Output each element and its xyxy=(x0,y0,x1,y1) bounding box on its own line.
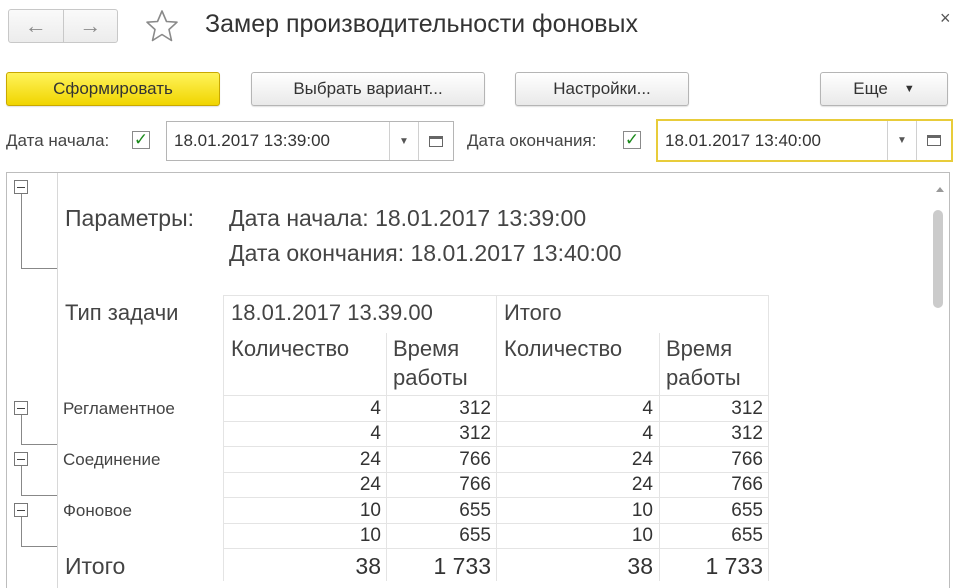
select-variant-label: Выбрать вариант... xyxy=(293,79,443,98)
param-end-date: Дата окончания: 18.01.2017 13:40:00 xyxy=(229,240,622,266)
col-header-time: Время xyxy=(393,336,460,361)
row-label: Соединение xyxy=(63,450,161,469)
cell-count: 10 xyxy=(359,525,381,546)
more-button[interactable]: Еще ▼ xyxy=(820,72,948,106)
end-date-calendar-icon[interactable] xyxy=(916,121,951,160)
start-date-field[interactable]: 18.01.2017 13:39:00 ▼ xyxy=(166,121,454,161)
cell-time: 655 xyxy=(459,525,491,546)
start-date-input[interactable]: 18.01.2017 13:39:00 xyxy=(167,122,389,160)
end-date-dropdown-icon[interactable]: ▼ xyxy=(887,121,916,160)
cell-time: 766 xyxy=(459,474,491,495)
total-label: Итого xyxy=(65,553,126,579)
generate-button[interactable]: Сформировать xyxy=(6,72,220,106)
col-header-count: Количество xyxy=(231,336,350,361)
total-time: 1 733 xyxy=(433,553,491,579)
end-date-checkbox[interactable]: ✓ xyxy=(623,130,641,149)
cell-time: 312 xyxy=(731,423,763,444)
settings-label: Настройки... xyxy=(553,79,651,98)
collapse-group-icon[interactable] xyxy=(14,401,28,415)
params-label: Параметры: xyxy=(65,205,194,231)
cell-time: 766 xyxy=(731,474,763,495)
cell-count: 4 xyxy=(370,398,381,419)
cell-time: 312 xyxy=(459,398,491,419)
start-date-checkbox[interactable]: ✓ xyxy=(132,130,150,149)
col-header-time: работы xyxy=(666,365,741,390)
cell-time: 766 xyxy=(459,449,491,470)
navigation-buttons: ← → xyxy=(8,9,118,43)
forward-button[interactable]: → xyxy=(62,10,118,42)
scroll-up-icon[interactable] xyxy=(936,187,944,192)
more-label: Еще xyxy=(853,79,888,98)
col-header-total: Итого xyxy=(504,300,562,325)
cell-count: 4 xyxy=(642,423,653,444)
caret-down-icon: ▼ xyxy=(903,83,915,95)
cell-count: 4 xyxy=(370,423,381,444)
cell-time: 655 xyxy=(731,500,763,521)
checkmark-icon: ✓ xyxy=(624,130,640,149)
col-header-task-type: Тип задачи xyxy=(65,300,179,325)
scrollbar-thumb[interactable] xyxy=(933,210,943,308)
cell-time: 312 xyxy=(459,423,491,444)
arrow-right-icon: → xyxy=(79,13,102,38)
page-title: Замер производительности фоновых xyxy=(205,10,638,38)
star-icon[interactable] xyxy=(144,8,180,44)
end-date-label: Дата окончания: xyxy=(467,131,597,150)
end-date-input[interactable]: 18.01.2017 13:40:00 xyxy=(658,121,887,160)
start-date-label: Дата начала: xyxy=(6,131,110,150)
cell-count: 24 xyxy=(359,474,381,495)
cell-time: 655 xyxy=(731,525,763,546)
generate-button-label: Сформировать xyxy=(53,79,173,98)
collapse-group-icon[interactable] xyxy=(14,503,28,517)
cell-count: 24 xyxy=(359,449,381,470)
close-icon[interactable]: × xyxy=(940,8,951,29)
grouping-gutter xyxy=(7,173,58,588)
start-date-calendar-icon[interactable] xyxy=(418,122,453,160)
report-document[interactable]: Параметры: Дата начала: 18.01.2017 13:39… xyxy=(6,172,950,588)
cell-time: 766 xyxy=(731,449,763,470)
col-header-time: работы xyxy=(393,365,468,390)
total-count: 38 xyxy=(355,553,381,579)
total-count: 38 xyxy=(627,553,653,579)
col-header-time: Время xyxy=(666,336,733,361)
cell-time: 655 xyxy=(459,500,491,521)
back-button[interactable]: ← xyxy=(9,10,63,42)
settings-button[interactable]: Настройки... xyxy=(515,72,689,106)
arrow-left-icon: ← xyxy=(24,13,47,38)
cell-count: 10 xyxy=(631,500,653,521)
cell-count: 24 xyxy=(631,449,653,470)
collapse-params-icon[interactable] xyxy=(14,180,28,194)
cell-count: 10 xyxy=(359,500,381,521)
start-date-dropdown-icon[interactable]: ▼ xyxy=(389,122,418,160)
vertical-scrollbar[interactable] xyxy=(931,173,949,588)
cell-time: 312 xyxy=(731,398,763,419)
cell-count: 4 xyxy=(642,398,653,419)
row-label: Регламентное xyxy=(63,399,175,418)
end-date-field[interactable]: 18.01.2017 13:40:00 ▼ xyxy=(656,119,953,162)
row-label: Фоновое xyxy=(63,501,132,520)
col-header-count: Количество xyxy=(504,336,623,361)
param-start-date: Дата начала: 18.01.2017 13:39:00 xyxy=(229,205,587,231)
collapse-group-icon[interactable] xyxy=(14,452,28,466)
total-time: 1 733 xyxy=(705,553,763,579)
checkmark-icon: ✓ xyxy=(133,130,149,149)
select-variant-button[interactable]: Выбрать вариант... xyxy=(251,72,485,106)
cell-count: 10 xyxy=(631,525,653,546)
col-header-period: 18.01.2017 13.39.00 xyxy=(231,300,433,325)
cell-count: 24 xyxy=(631,474,653,495)
